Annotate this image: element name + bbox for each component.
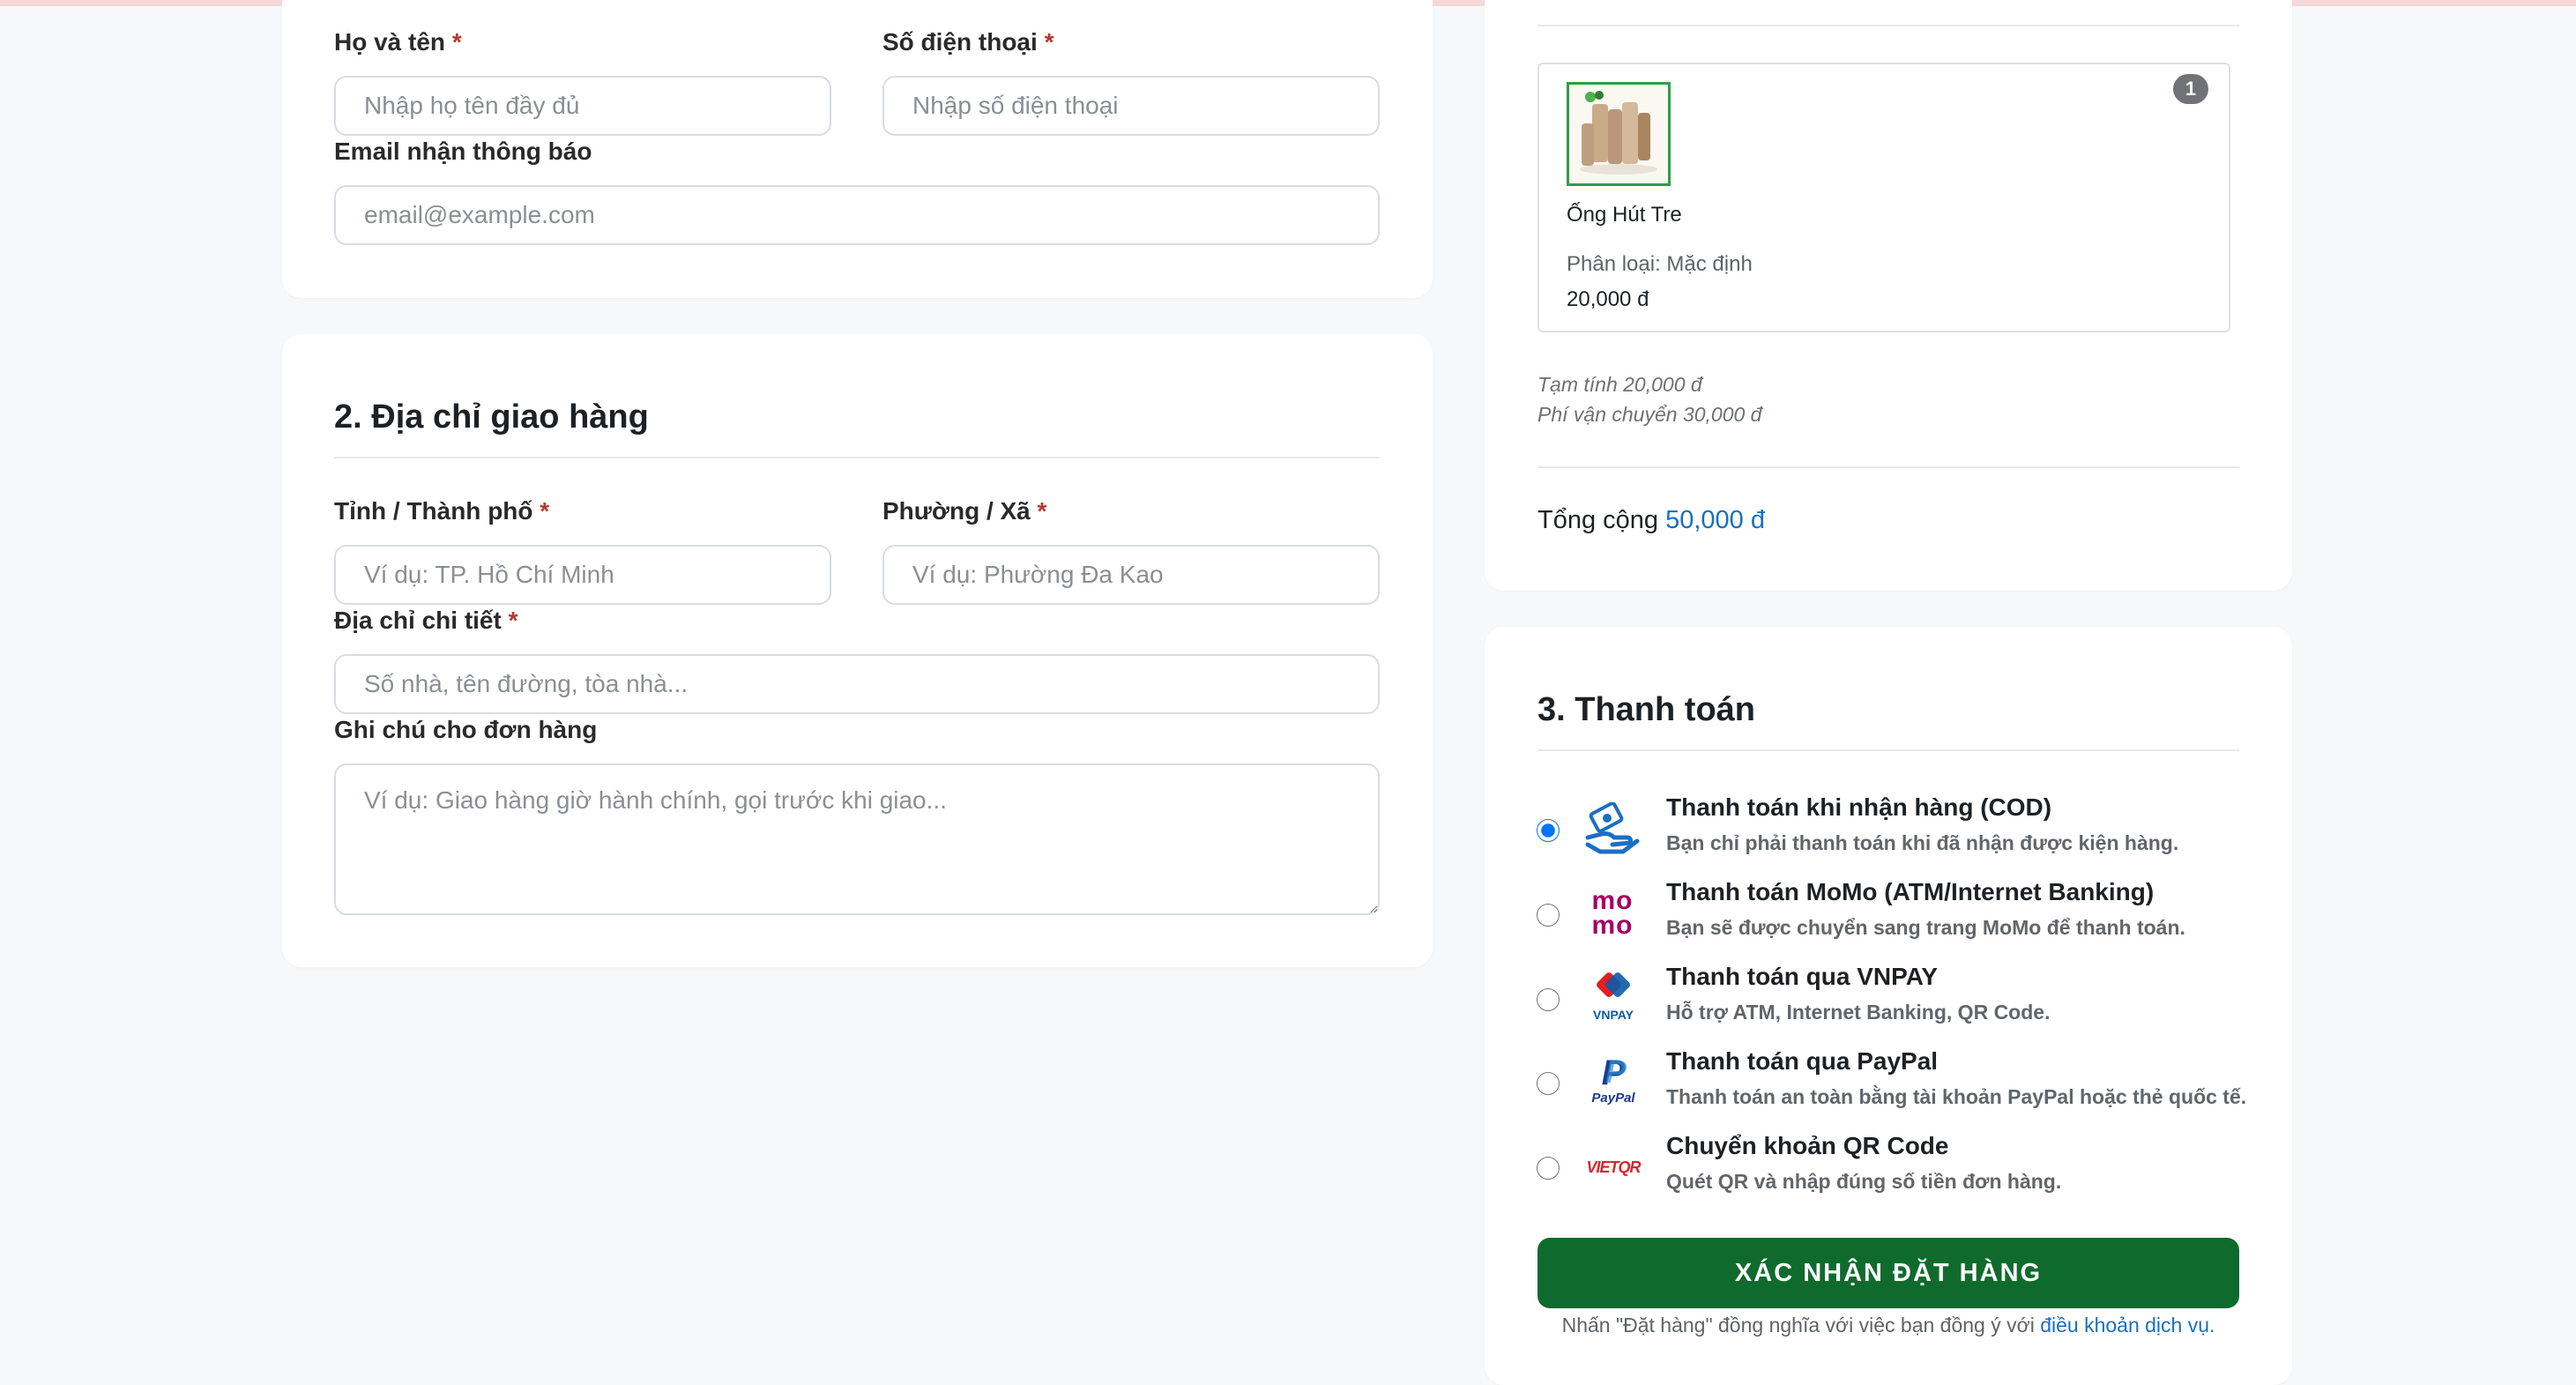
payment-momo-title: Thanh toán MoMo (ATM/Internet Banking) — [1666, 878, 2155, 905]
order-note-label: Ghi chú cho đơn hàng — [334, 716, 598, 743]
terms-suffix: . — [2209, 1314, 2215, 1337]
payment-paypal-desc: Thanh toán an toàn bằng tài khoản PayPal… — [1666, 1085, 2247, 1108]
province-input[interactable] — [334, 545, 831, 605]
product-name: Ống Hút Tre — [1567, 203, 1682, 227]
payment-radio-cod[interactable] — [1537, 819, 1560, 842]
total-row: Tổng cộng 50,000 đ — [1537, 506, 1765, 535]
phone-label: Số điện thoại * — [882, 28, 1054, 56]
payment-title-divider — [1537, 749, 2239, 751]
payment-radio-vnpay[interactable] — [1537, 988, 1560, 1011]
paypal-icon: P P PayPal — [1587, 1054, 1640, 1109]
payment-radio-momo[interactable] — [1537, 904, 1560, 927]
ward-label: Phường / Xã * — [882, 497, 1047, 525]
payment-radio-paypal[interactable] — [1537, 1072, 1560, 1095]
payment-vietqr-desc: Quét QR và nhập đúng số tiền đơn hàng. — [1666, 1170, 2062, 1193]
province-label: Tỉnh / Thành phố * — [334, 497, 550, 525]
svg-text:P: P — [1605, 1054, 1627, 1090]
payment-momo-desc: Bạn sẽ được chuyển sang trang MoMo để th… — [1666, 916, 2185, 939]
payment-vnpay-desc: Hỗ trợ ATM, Internet Banking, QR Code. — [1666, 1001, 2051, 1024]
payment-cod-desc: Bạn chỉ phải thanh toán khi đã nhận được… — [1666, 831, 2179, 854]
total-divider — [1537, 466, 2239, 468]
terms-text: Nhấn "Đặt hàng" đồng nghĩa với việc bạn … — [1537, 1314, 2239, 1337]
order-note-textarea[interactable] — [334, 763, 1380, 915]
email-input[interactable] — [334, 185, 1380, 245]
payment-vnpay-title: Thanh toán qua VNPAY — [1666, 963, 1939, 990]
quantity-badge: 1 — [2173, 74, 2208, 104]
product-price: 20,000 đ — [1567, 287, 1649, 311]
terms-prefix: Nhấn "Đặt hàng" đồng nghĩa với việc bạn … — [1561, 1314, 2041, 1337]
vnpay-icon-text: VNPAY — [1593, 1008, 1634, 1022]
address-detail-input[interactable] — [334, 654, 1380, 714]
cod-hand-icon — [1582, 801, 1641, 860]
order-summary-top-divider — [1537, 25, 2239, 26]
shipping-fee-text: Phí vận chuyển 30,000 đ — [1537, 403, 1762, 426]
total-value: 50,000 đ — [1665, 506, 1765, 534]
full-name-input[interactable] — [334, 76, 831, 136]
full-name-label: Họ và tên * — [334, 28, 462, 56]
confirm-order-button[interactable]: XÁC NHẬN ĐẶT HÀNG — [1537, 1238, 2239, 1308]
payment-section-title: 3. Thanh toán — [1537, 691, 1755, 728]
momo-icon-text-bottom: mo — [1591, 911, 1634, 940]
momo-icon: mo mo — [1584, 886, 1641, 945]
payment-cod-title: Thanh toán khi nhận hàng (COD) — [1666, 793, 2052, 821]
product-thumbnail — [1567, 82, 1671, 186]
momo-icon-text-top: mo — [1591, 886, 1634, 915]
payment-paypal-title: Thanh toán qua PayPal — [1666, 1047, 1939, 1075]
vnpay-icon: VNPAY — [1587, 970, 1640, 1024]
vietqr-icon: VIETQR — [1584, 1158, 1642, 1183]
paypal-icon-text: PayPal — [1591, 1091, 1635, 1106]
vietqr-icon-text: VIETQR — [1586, 1158, 1641, 1176]
ward-input[interactable] — [882, 545, 1380, 605]
payment-vietqr-title: Chuyển khoản QR Code — [1666, 1132, 1949, 1159]
terms-link[interactable]: điều khoản dịch vụ — [2040, 1314, 2209, 1337]
subtotal-text: Tạm tính 20,000 đ — [1537, 373, 1702, 396]
shipping-title-divider — [334, 457, 1380, 458]
email-label: Email nhận thông báo — [334, 138, 592, 165]
product-variant: Phân loại: Mặc định — [1567, 252, 1753, 276]
payment-radio-vietqr[interactable] — [1537, 1157, 1560, 1180]
total-label: Tổng cộng — [1537, 506, 1659, 534]
shipping-section-title: 2. Địa chỉ giao hàng — [334, 398, 649, 436]
phone-input[interactable] — [882, 76, 1380, 136]
address-detail-label: Địa chỉ chi tiết * — [334, 607, 518, 634]
